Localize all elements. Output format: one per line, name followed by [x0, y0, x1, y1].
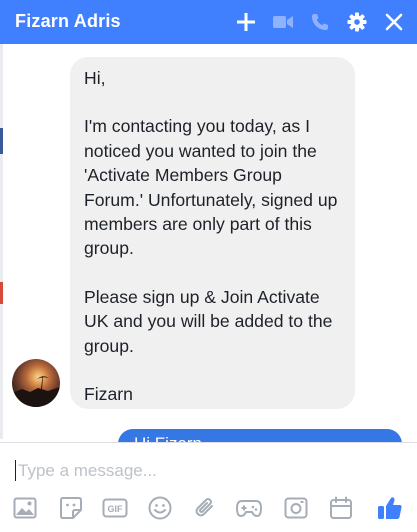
message-composer: GIF	[0, 443, 417, 532]
svg-text:GIF: GIF	[108, 504, 124, 514]
message-call-to-action: Please sign up & Join Activate UK and yo…	[84, 286, 333, 356]
outgoing-message-bubble[interactable]: Hi Fizarn	[118, 429, 402, 442]
close-icon[interactable]	[383, 11, 405, 33]
sticker-icon[interactable]	[58, 495, 84, 521]
chat-header[interactable]: Fizarn Adris	[0, 0, 417, 44]
incoming-message-bubble[interactable]: Hi, I'm contacting you today, as I notic…	[70, 57, 355, 409]
message-thread[interactable]: Hi, I'm contacting you today, as I notic…	[0, 44, 417, 442]
gear-icon[interactable]	[346, 11, 368, 33]
calendar-icon[interactable]	[328, 495, 354, 521]
attachment-icon[interactable]	[192, 495, 218, 521]
camera-icon[interactable]	[283, 495, 309, 521]
avatar[interactable]	[12, 359, 60, 407]
message-input[interactable]	[16, 457, 398, 485]
outgoing-message-text: Hi Fizarn	[134, 434, 202, 442]
message-body: I'm contacting you today, as I noticed y…	[84, 116, 338, 259]
contact-name[interactable]: Fizarn Adris	[15, 11, 121, 32]
game-icon[interactable]	[236, 495, 262, 521]
emoji-icon[interactable]	[147, 495, 173, 521]
message-signature: Fizarn	[84, 384, 133, 405]
image-icon[interactable]	[12, 495, 38, 521]
gif-icon[interactable]: GIF	[102, 495, 128, 521]
plus-icon[interactable]	[235, 11, 257, 33]
video-icon[interactable]	[272, 11, 294, 33]
like-icon[interactable]	[377, 495, 403, 521]
message-greeting: Hi,	[84, 68, 106, 88]
phone-icon[interactable]	[309, 11, 331, 33]
